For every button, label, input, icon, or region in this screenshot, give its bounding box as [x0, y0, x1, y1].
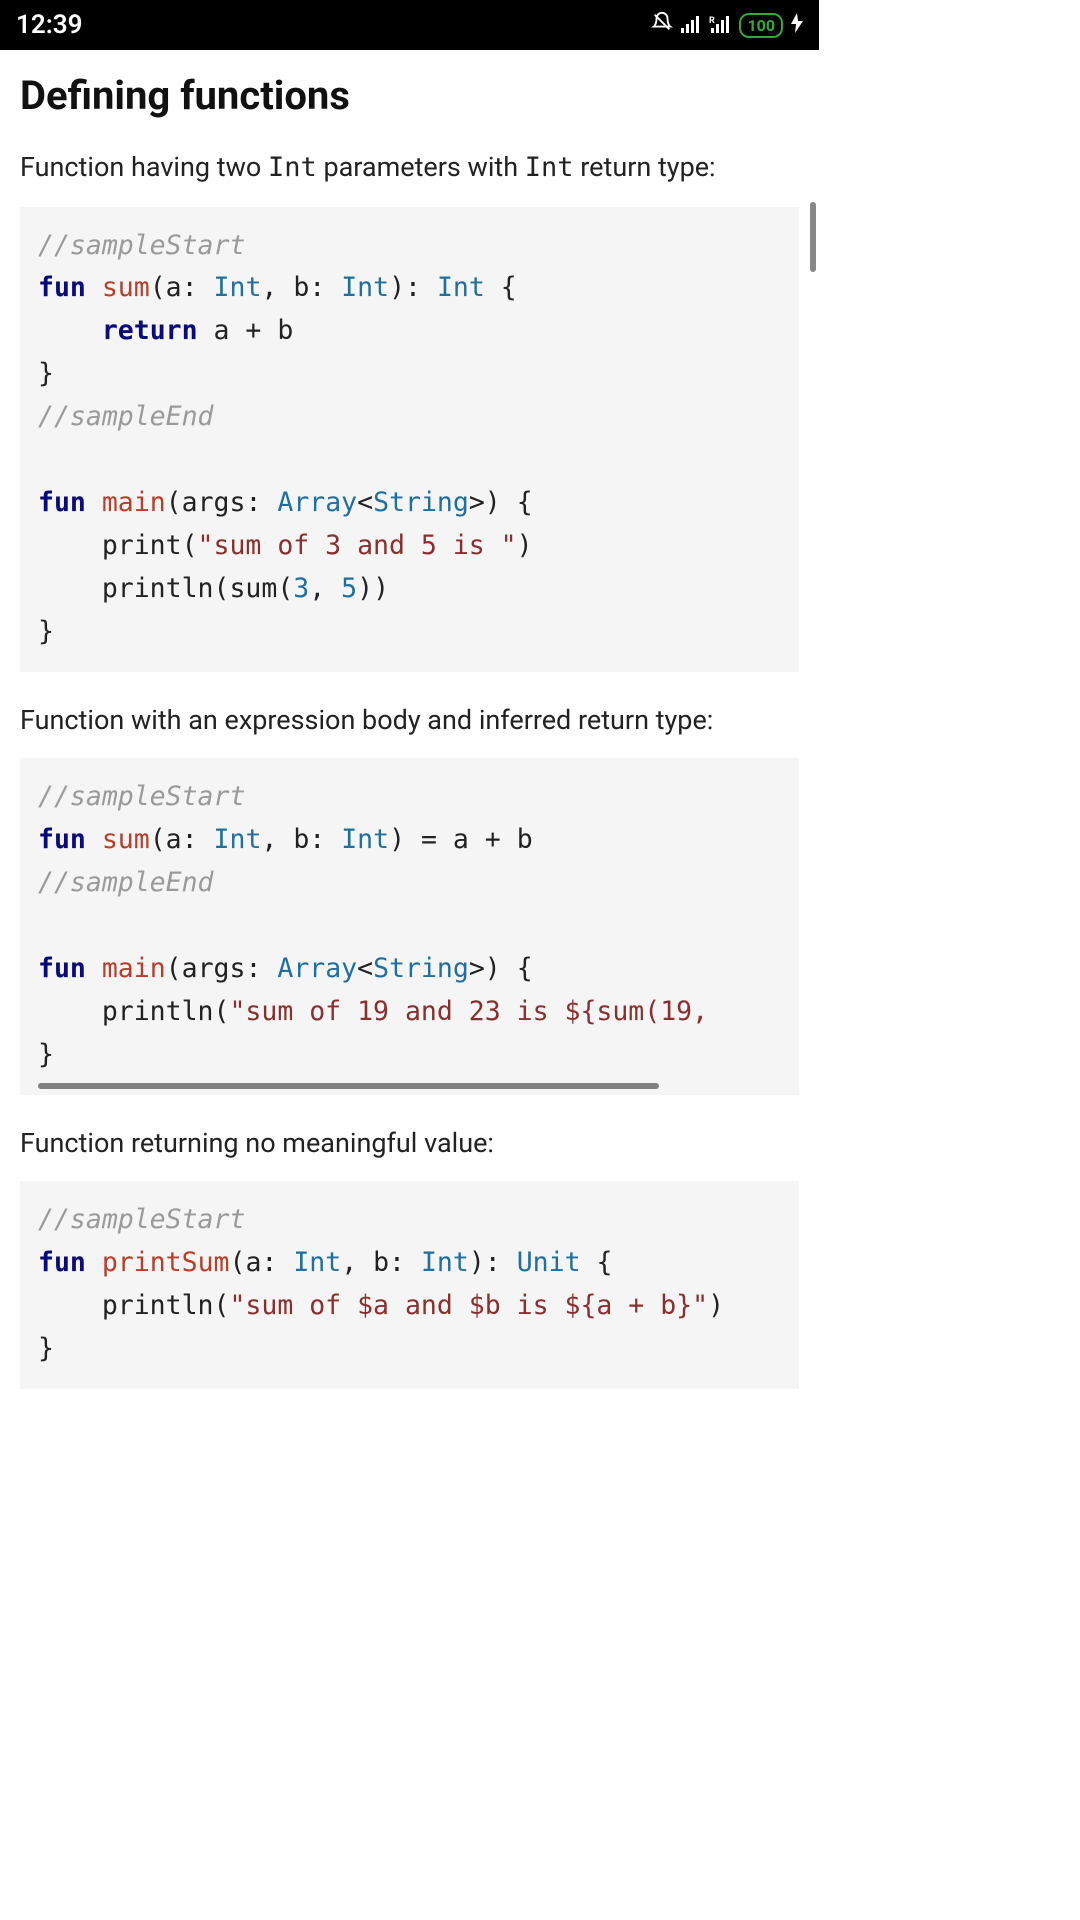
tok: println(sum( — [38, 573, 293, 604]
tok: ): — [469, 1247, 517, 1278]
code-comment: //sampleEnd — [38, 867, 214, 898]
type: String — [373, 953, 469, 984]
tok: >) { — [469, 953, 533, 984]
text: parameters with — [317, 151, 525, 183]
status-time: 12:39 — [16, 10, 83, 40]
tok: , b: — [341, 1247, 421, 1278]
kw: fun — [38, 272, 86, 303]
tok: ) = a + b — [389, 824, 533, 855]
tok: , b: — [261, 824, 341, 855]
signal-icon — [681, 10, 701, 40]
text: return type: — [574, 151, 716, 183]
tok — [38, 315, 102, 346]
tok: )) — [357, 573, 389, 604]
inline-code: Int — [268, 152, 317, 183]
tok: (a: — [150, 272, 214, 303]
scroll-indicator[interactable] — [810, 202, 816, 272]
charging-icon — [791, 10, 803, 40]
fn: sum — [102, 824, 150, 855]
fn: printSum — [102, 1247, 230, 1278]
tok: (args: — [166, 953, 278, 984]
tok: (a: — [229, 1247, 293, 1278]
fn: sum — [102, 272, 150, 303]
document-content[interactable]: Defining functions Function having two I… — [0, 50, 819, 1456]
paragraph-2: Function with an expression body and inf… — [20, 700, 799, 741]
tok: a + b — [198, 315, 294, 346]
type: Int — [293, 1247, 341, 1278]
type: Int — [341, 272, 389, 303]
tok: } — [38, 1333, 54, 1364]
str: "sum of $a and $b is ${a + b}" — [229, 1290, 708, 1321]
tok: < — [357, 953, 373, 984]
tok: ) — [517, 530, 533, 561]
paragraph-3: Function returning no meaningful value: — [20, 1123, 799, 1164]
tok: < — [357, 487, 373, 518]
text: Function having two — [20, 151, 268, 183]
inline-code: Int — [525, 152, 574, 183]
type: Int — [214, 272, 262, 303]
tok: } — [38, 616, 54, 647]
type: Int — [437, 272, 485, 303]
tok: print( — [38, 530, 198, 561]
tok: println( — [38, 996, 229, 1027]
tok: { — [581, 1247, 613, 1278]
str: "sum of 19 and 23 is ${sum(19, — [229, 996, 708, 1027]
page-heading: Defining functions — [20, 72, 799, 119]
code-comment: //sampleEnd — [38, 401, 214, 432]
type: Unit — [517, 1247, 581, 1278]
tok: ): — [389, 272, 437, 303]
tok: println( — [38, 1290, 229, 1321]
type: String — [373, 487, 469, 518]
code-comment: //sampleStart — [38, 1204, 245, 1235]
tok: (args: — [166, 487, 278, 518]
paragraph-1: Function having two Int parameters with … — [20, 147, 799, 189]
type: Int — [341, 824, 389, 855]
svg-text:R: R — [709, 16, 715, 26]
battery-badge: 100 — [739, 13, 783, 38]
type: Int — [421, 1247, 469, 1278]
tok: } — [38, 358, 54, 389]
code-comment: //sampleStart — [38, 781, 245, 812]
num: 5 — [341, 573, 357, 604]
kw: fun — [38, 824, 86, 855]
num: 3 — [293, 573, 309, 604]
code-block-1: //sampleStart fun sum(a: Int, b: Int): I… — [20, 207, 799, 672]
tok: >) { — [469, 487, 533, 518]
kw: fun — [38, 487, 86, 518]
tok: , b: — [261, 272, 341, 303]
tok: (a: — [150, 824, 214, 855]
tok: , — [309, 573, 341, 604]
status-bar: 12:39 R 100 — [0, 0, 819, 50]
type: Array — [277, 487, 357, 518]
kw: return — [102, 315, 198, 346]
tok: { — [485, 272, 517, 303]
code-comment: //sampleStart — [38, 230, 245, 261]
tok: ) — [708, 1290, 724, 1321]
fn: main — [102, 953, 166, 984]
mute-icon — [651, 10, 673, 40]
signal-r-icon: R — [709, 10, 731, 40]
str: "sum of 3 and 5 is " — [198, 530, 517, 561]
kw: fun — [38, 1247, 86, 1278]
code-block-2: //sampleStart fun sum(a: Int, b: Int) = … — [20, 758, 799, 1094]
fn: main — [102, 487, 166, 518]
status-right: R 100 — [651, 10, 803, 40]
kw: fun — [38, 953, 86, 984]
type: Int — [214, 824, 262, 855]
tok: } — [38, 1039, 54, 1070]
type: Array — [277, 953, 357, 984]
code-block-3: //sampleStart fun printSum(a: Int, b: In… — [20, 1181, 799, 1389]
